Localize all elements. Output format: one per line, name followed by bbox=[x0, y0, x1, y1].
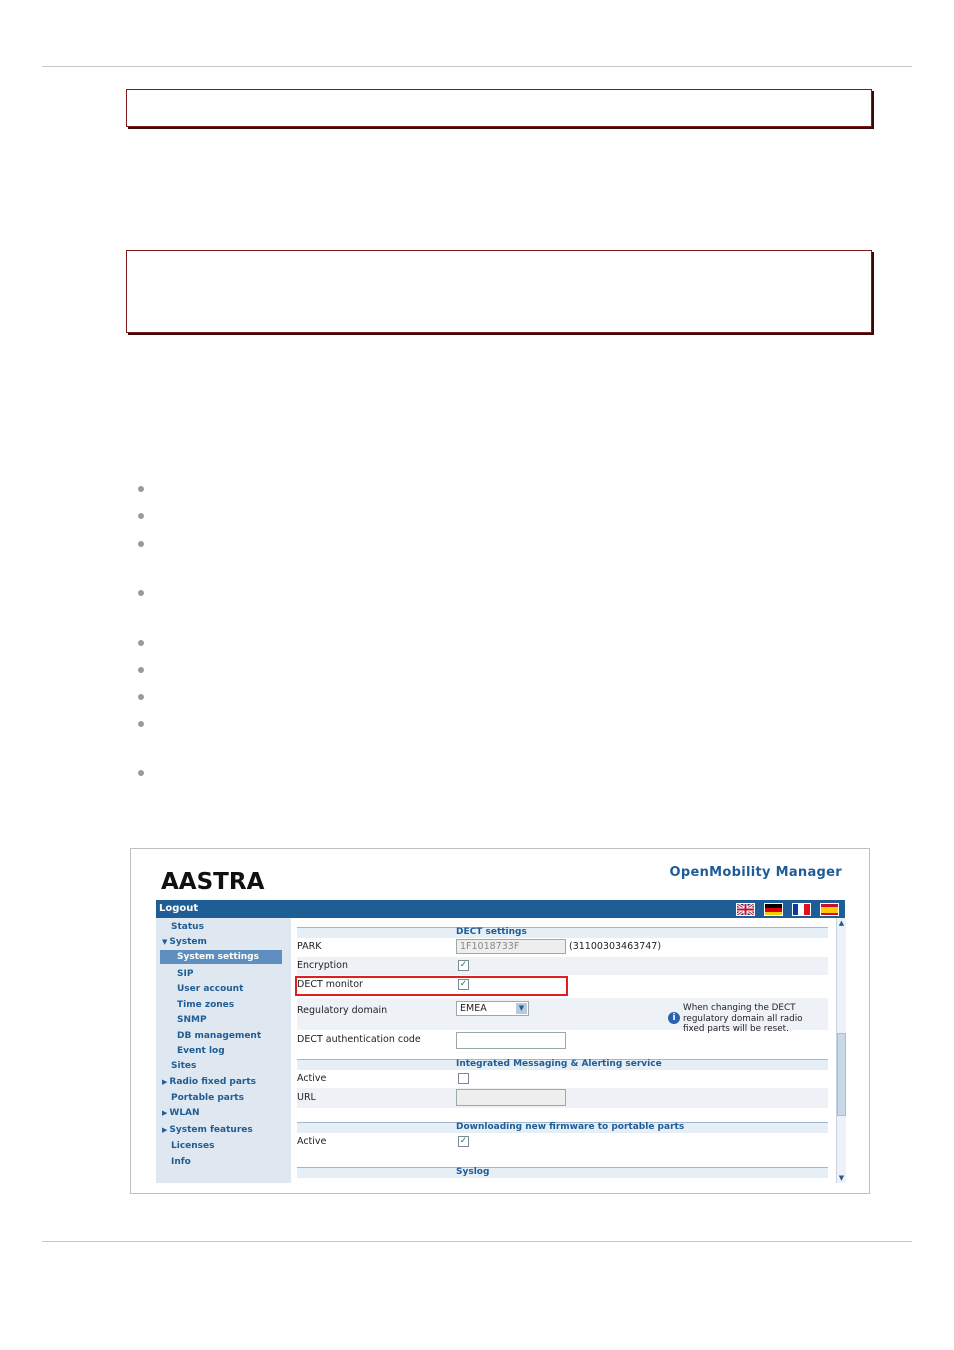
messaging-active-row: Active bbox=[297, 1070, 828, 1088]
nav-system[interactable]: ▼ System bbox=[162, 937, 207, 947]
nav-sites[interactable]: Sites bbox=[171, 1061, 196, 1071]
german-flag-icon[interactable] bbox=[764, 903, 783, 916]
note-box bbox=[126, 89, 872, 127]
sidebar: Status ▼ System System settings SIP User … bbox=[156, 918, 291, 1183]
app-screenshot: AASTRA OpenMobility Manager Logout Statu… bbox=[130, 848, 870, 1194]
nav-sip[interactable]: SIP bbox=[177, 969, 193, 979]
dect-settings-title: DECT settings bbox=[456, 927, 527, 937]
bullet bbox=[138, 770, 144, 776]
info-icon: i bbox=[668, 1012, 680, 1024]
park-extra: (31100303463747) bbox=[569, 941, 662, 952]
nav-time-zones[interactable]: Time zones bbox=[177, 1000, 234, 1010]
nav-info[interactable]: Info bbox=[171, 1157, 191, 1167]
scrollbar[interactable]: ▲ ▼ bbox=[836, 918, 846, 1183]
logout-link[interactable]: Logout bbox=[159, 903, 198, 914]
top-bar: Logout bbox=[156, 900, 845, 918]
syslog-header: Syslog bbox=[297, 1167, 828, 1178]
nav-wlan-label: WLAN bbox=[169, 1108, 200, 1118]
nav-user-account[interactable]: User account bbox=[177, 984, 243, 994]
url-row: URL bbox=[297, 1088, 828, 1108]
park-row: PARK 1F1018733F (31100303463747) bbox=[297, 938, 828, 956]
nav-portable-parts[interactable]: Portable parts bbox=[171, 1093, 244, 1103]
nav-system-settings[interactable]: System settings bbox=[160, 950, 282, 964]
footer-rule bbox=[42, 1241, 912, 1242]
nav-wlan[interactable]: ▶ WLAN bbox=[162, 1108, 200, 1118]
firmware-title: Downloading new firmware to portable par… bbox=[456, 1122, 685, 1132]
regulatory-value: EMEA bbox=[460, 1003, 487, 1014]
auth-code-row: DECT authentication code bbox=[297, 1031, 828, 1051]
triangle-right-icon: ▶ bbox=[162, 1126, 168, 1134]
bullet bbox=[138, 721, 144, 727]
nav-radio-fixed-parts[interactable]: ▶ Radio fixed parts bbox=[162, 1077, 256, 1087]
syslog-title: Syslog bbox=[456, 1167, 490, 1177]
app-title: OpenMobility Manager bbox=[669, 865, 842, 880]
checkmark-icon: ✓ bbox=[459, 960, 468, 970]
auth-code-label: DECT authentication code bbox=[297, 1034, 421, 1045]
firmware-active-checkbox[interactable]: ✓ bbox=[458, 1136, 469, 1147]
regulatory-row: Regulatory domain EMEA ▼ i When changing… bbox=[297, 998, 828, 1034]
messaging-header: Integrated Messaging & Alerting service bbox=[297, 1059, 828, 1070]
firmware-active-row: Active ✓ bbox=[297, 1133, 828, 1151]
nav-system-features-label: System features bbox=[169, 1125, 253, 1135]
encryption-label: Encryption bbox=[297, 960, 349, 971]
nav-system-label: System bbox=[169, 937, 207, 947]
nav-snmp[interactable]: SNMP bbox=[177, 1015, 207, 1025]
regulatory-note: When changing the DECT regulatory domain… bbox=[683, 1003, 803, 1034]
url-input[interactable] bbox=[456, 1089, 566, 1106]
aastra-logo: AASTRA bbox=[161, 869, 265, 895]
encryption-checkbox[interactable]: ✓ bbox=[458, 960, 469, 971]
chevron-down-icon: ▼ bbox=[516, 1003, 527, 1014]
french-flag-icon[interactable] bbox=[792, 903, 811, 916]
scroll-thumb[interactable] bbox=[837, 1033, 846, 1116]
header-rule bbox=[42, 66, 912, 67]
park-label: PARK bbox=[297, 941, 322, 952]
bullet bbox=[138, 667, 144, 673]
bullet bbox=[138, 513, 144, 519]
encryption-row: Encryption ✓ bbox=[297, 957, 828, 975]
park-field: 1F1018733F bbox=[456, 939, 566, 954]
nav-db-management[interactable]: DB management bbox=[177, 1031, 261, 1041]
bullet bbox=[138, 694, 144, 700]
dect-settings-header: DECT settings bbox=[297, 927, 828, 938]
bullet bbox=[138, 541, 144, 547]
triangle-down-icon: ▼ bbox=[162, 938, 168, 946]
url-label: URL bbox=[297, 1092, 316, 1103]
spanish-flag-icon[interactable] bbox=[820, 903, 839, 916]
checkmark-icon: ✓ bbox=[459, 1136, 468, 1146]
regulatory-select[interactable]: EMEA ▼ bbox=[456, 1001, 529, 1016]
nav-licenses[interactable]: Licenses bbox=[171, 1141, 214, 1151]
messaging-active-checkbox[interactable] bbox=[458, 1073, 469, 1084]
highlight-box bbox=[295, 976, 568, 996]
nav-radio-fixed-parts-label: Radio fixed parts bbox=[169, 1077, 257, 1087]
bullet bbox=[138, 640, 144, 646]
scroll-down-icon[interactable]: ▼ bbox=[837, 1173, 846, 1183]
note-box bbox=[126, 250, 872, 333]
firmware-header: Downloading new firmware to portable par… bbox=[297, 1122, 828, 1133]
firmware-active-label: Active bbox=[297, 1136, 327, 1147]
messaging-title: Integrated Messaging & Alerting service bbox=[456, 1059, 662, 1069]
bullet bbox=[138, 590, 144, 596]
nav-status[interactable]: Status bbox=[171, 922, 204, 932]
bullet bbox=[138, 486, 144, 492]
nav-event-log[interactable]: Event log bbox=[177, 1046, 225, 1056]
nav-system-features[interactable]: ▶ System features bbox=[162, 1125, 253, 1135]
english-flag-icon[interactable] bbox=[736, 903, 755, 916]
triangle-right-icon: ▶ bbox=[162, 1109, 168, 1117]
scroll-up-icon[interactable]: ▲ bbox=[837, 918, 846, 928]
auth-code-input[interactable] bbox=[456, 1032, 566, 1049]
messaging-active-label: Active bbox=[297, 1073, 327, 1084]
triangle-right-icon: ▶ bbox=[162, 1078, 168, 1086]
settings-panel: DECT settings PARK 1F1018733F (311003034… bbox=[291, 918, 836, 1183]
regulatory-label: Regulatory domain bbox=[297, 1005, 388, 1016]
